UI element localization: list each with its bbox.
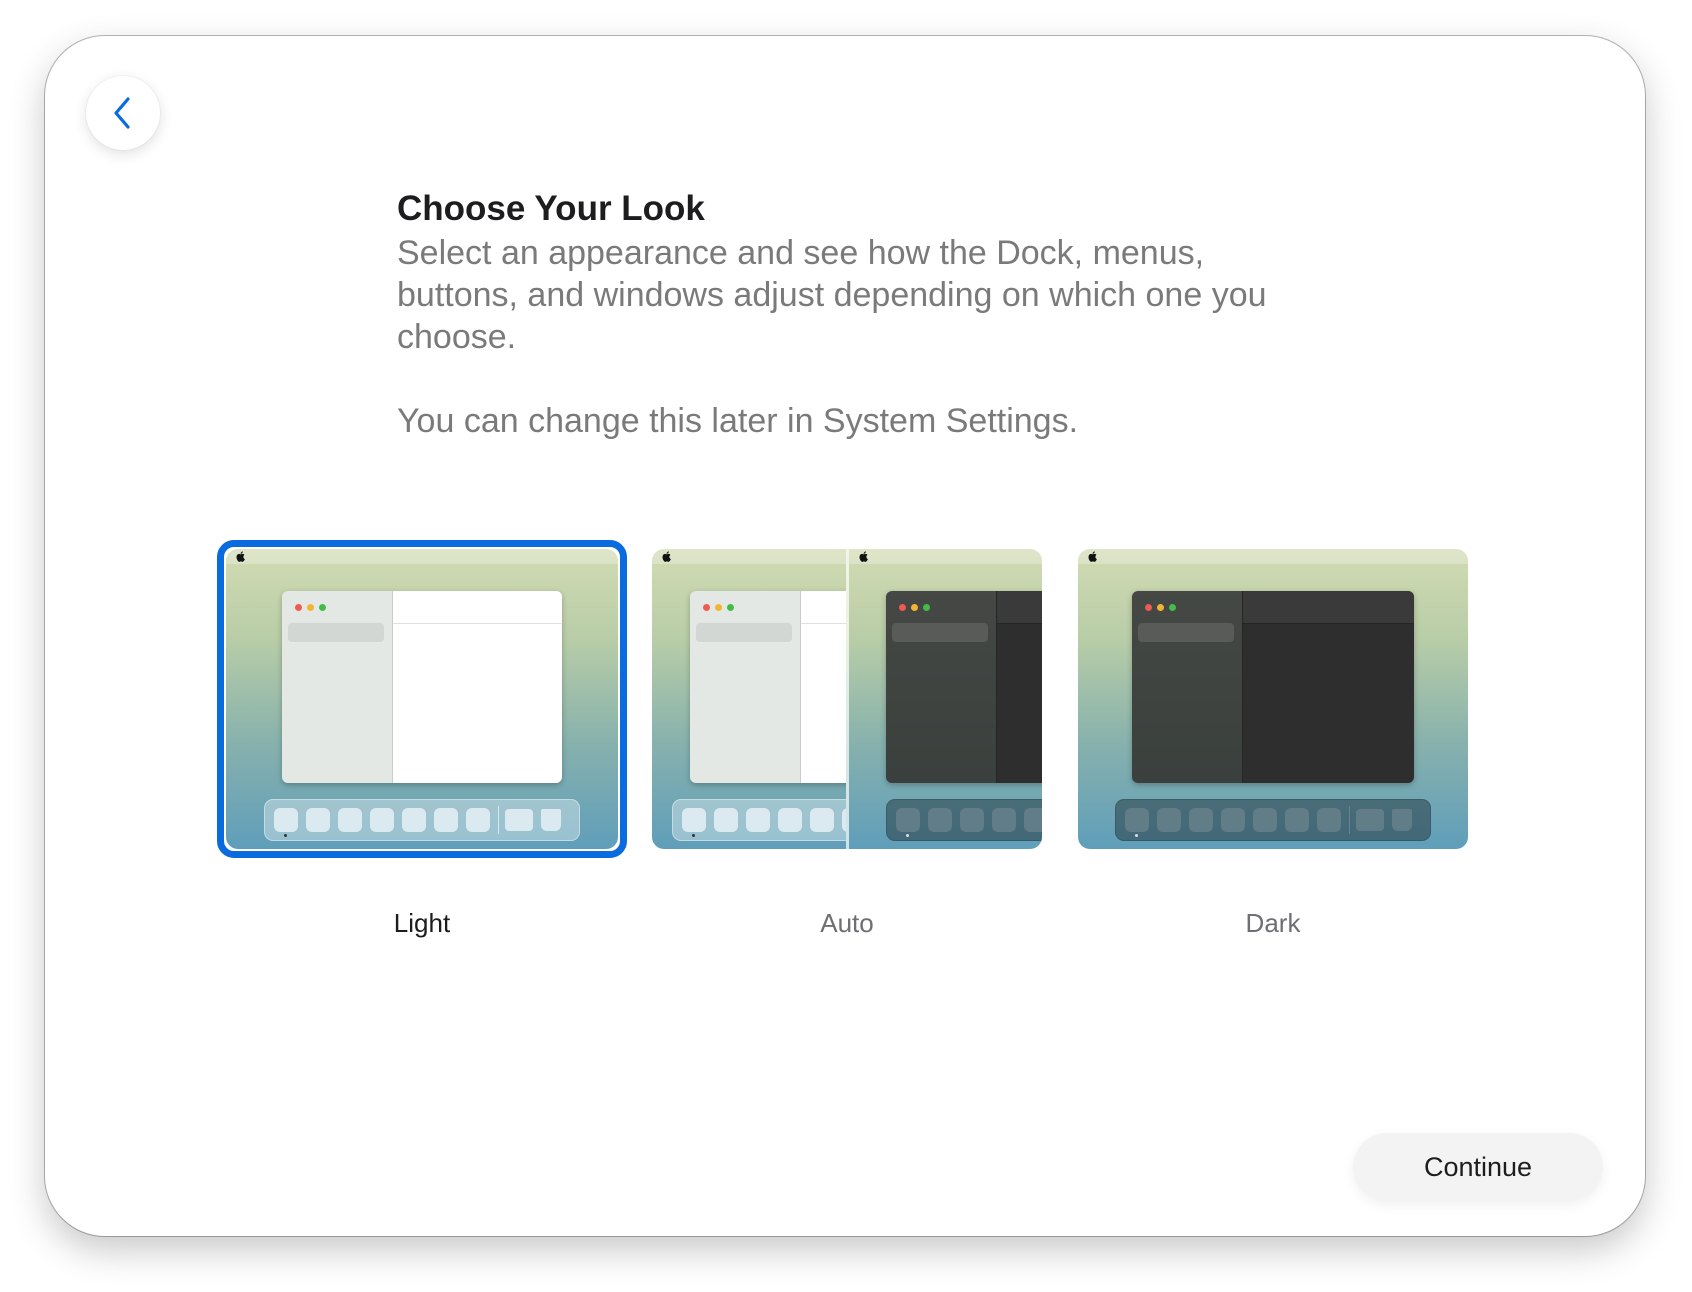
settings-note: You can change this later in System Sett…: [397, 402, 1079, 440]
running-indicator: [692, 834, 695, 837]
zoom-dot: [923, 604, 930, 611]
dock-app: [778, 808, 802, 832]
page-subtitle: Select an appearance and see how the Doc…: [397, 234, 1267, 356]
preview-window: [1132, 591, 1414, 783]
preview-sidebar: [886, 591, 997, 783]
preview-toolbar: [997, 591, 1042, 624]
dock-app: [1189, 808, 1213, 832]
close-dot: [1145, 604, 1152, 611]
dock-app: [1024, 808, 1042, 832]
dock-app: [682, 808, 706, 832]
zoom-dot: [319, 604, 326, 611]
menu-bar: [1078, 549, 1468, 564]
continue-button[interactable]: Continue: [1353, 1133, 1603, 1201]
dock-separator: [1349, 806, 1350, 834]
option-label-light: Light: [393, 908, 451, 938]
minimize-dot: [911, 604, 918, 611]
heading-block: Choose Your Look Select an appearance an…: [397, 188, 1297, 442]
dock-app: [306, 808, 330, 832]
running-indicator: [906, 834, 909, 837]
dock-app: [810, 808, 834, 832]
preview-sidebar: [1132, 591, 1243, 783]
page-title: Choose Your Look: [397, 189, 705, 228]
dock-app: [896, 808, 920, 832]
menu-bar: [849, 549, 1042, 564]
preview-dock: [886, 799, 1042, 841]
dock-app: [434, 808, 458, 832]
dock-app: [992, 808, 1016, 832]
trash-icon: [541, 809, 561, 831]
close-dot: [703, 604, 710, 611]
apple-logo-icon: [1088, 551, 1097, 562]
minimize-dot: [307, 604, 314, 611]
dock-app: [338, 808, 362, 832]
option-label-auto: Auto: [820, 908, 874, 938]
light-preview: [226, 549, 618, 849]
preview-toolbar: [393, 591, 562, 624]
folder-icon: [1356, 809, 1384, 831]
preview-sidebar-item: [288, 623, 384, 642]
appearance-option-dark[interactable]: Dark: [1078, 549, 1468, 940]
preview-dock: [1115, 799, 1431, 841]
dock-app: [1125, 808, 1149, 832]
dock-app: [928, 808, 952, 832]
preview-dock: [672, 799, 846, 841]
preview-sidebar-item: [1138, 623, 1234, 642]
zoom-dot: [727, 604, 734, 611]
close-dot: [899, 604, 906, 611]
dock-app: [1157, 808, 1181, 832]
dock-app: [466, 808, 490, 832]
apple-logo-icon: [662, 551, 671, 562]
menu-bar: [652, 549, 846, 564]
dock-app: [1285, 808, 1309, 832]
running-indicator: [1135, 834, 1138, 837]
dock-app: [1221, 808, 1245, 832]
back-button[interactable]: [86, 76, 160, 150]
preview-window: [690, 591, 846, 783]
preview-toolbar: [801, 591, 846, 624]
preview-dock: [264, 799, 580, 841]
dock-app: [402, 808, 426, 832]
auto-dark-half: [849, 549, 1042, 849]
auto-preview: [652, 549, 1042, 849]
preview-sidebar: [690, 591, 801, 783]
dock-app: [1253, 808, 1277, 832]
trash-icon: [1392, 809, 1412, 831]
preview-sidebar-item: [892, 623, 988, 642]
screen: Choose Your Look Select an appearance an…: [0, 0, 1692, 1292]
preview-sidebar-item: [696, 623, 792, 642]
appearance-option-light[interactable]: Light: [217, 540, 627, 940]
preview-window: [886, 591, 1042, 783]
dock-app: [370, 808, 394, 832]
dock-app: [1317, 808, 1341, 832]
chevron-left-icon: [114, 97, 130, 129]
preview-toolbar: [1243, 591, 1414, 624]
minimize-dot: [1157, 604, 1164, 611]
minimize-dot: [715, 604, 722, 611]
apple-logo-icon: [859, 551, 868, 562]
setup-assistant-window: Choose Your Look Select an appearance an…: [45, 36, 1645, 1236]
dock-separator: [498, 806, 499, 834]
dark-preview: [1078, 549, 1468, 849]
zoom-dot: [1169, 604, 1176, 611]
menu-bar: [226, 549, 618, 564]
dock-app: [274, 808, 298, 832]
close-dot: [295, 604, 302, 611]
dock-app: [960, 808, 984, 832]
folder-icon: [505, 809, 533, 831]
appearance-option-auto[interactable]: Auto: [652, 549, 1042, 940]
dock-app: [714, 808, 738, 832]
dock-app: [746, 808, 770, 832]
option-label-dark: Dark: [1245, 908, 1301, 938]
running-indicator: [284, 834, 287, 837]
apple-logo-icon: [236, 551, 245, 562]
auto-light-half: [652, 549, 846, 849]
preview-window: [282, 591, 562, 783]
preview-sidebar: [282, 591, 393, 783]
